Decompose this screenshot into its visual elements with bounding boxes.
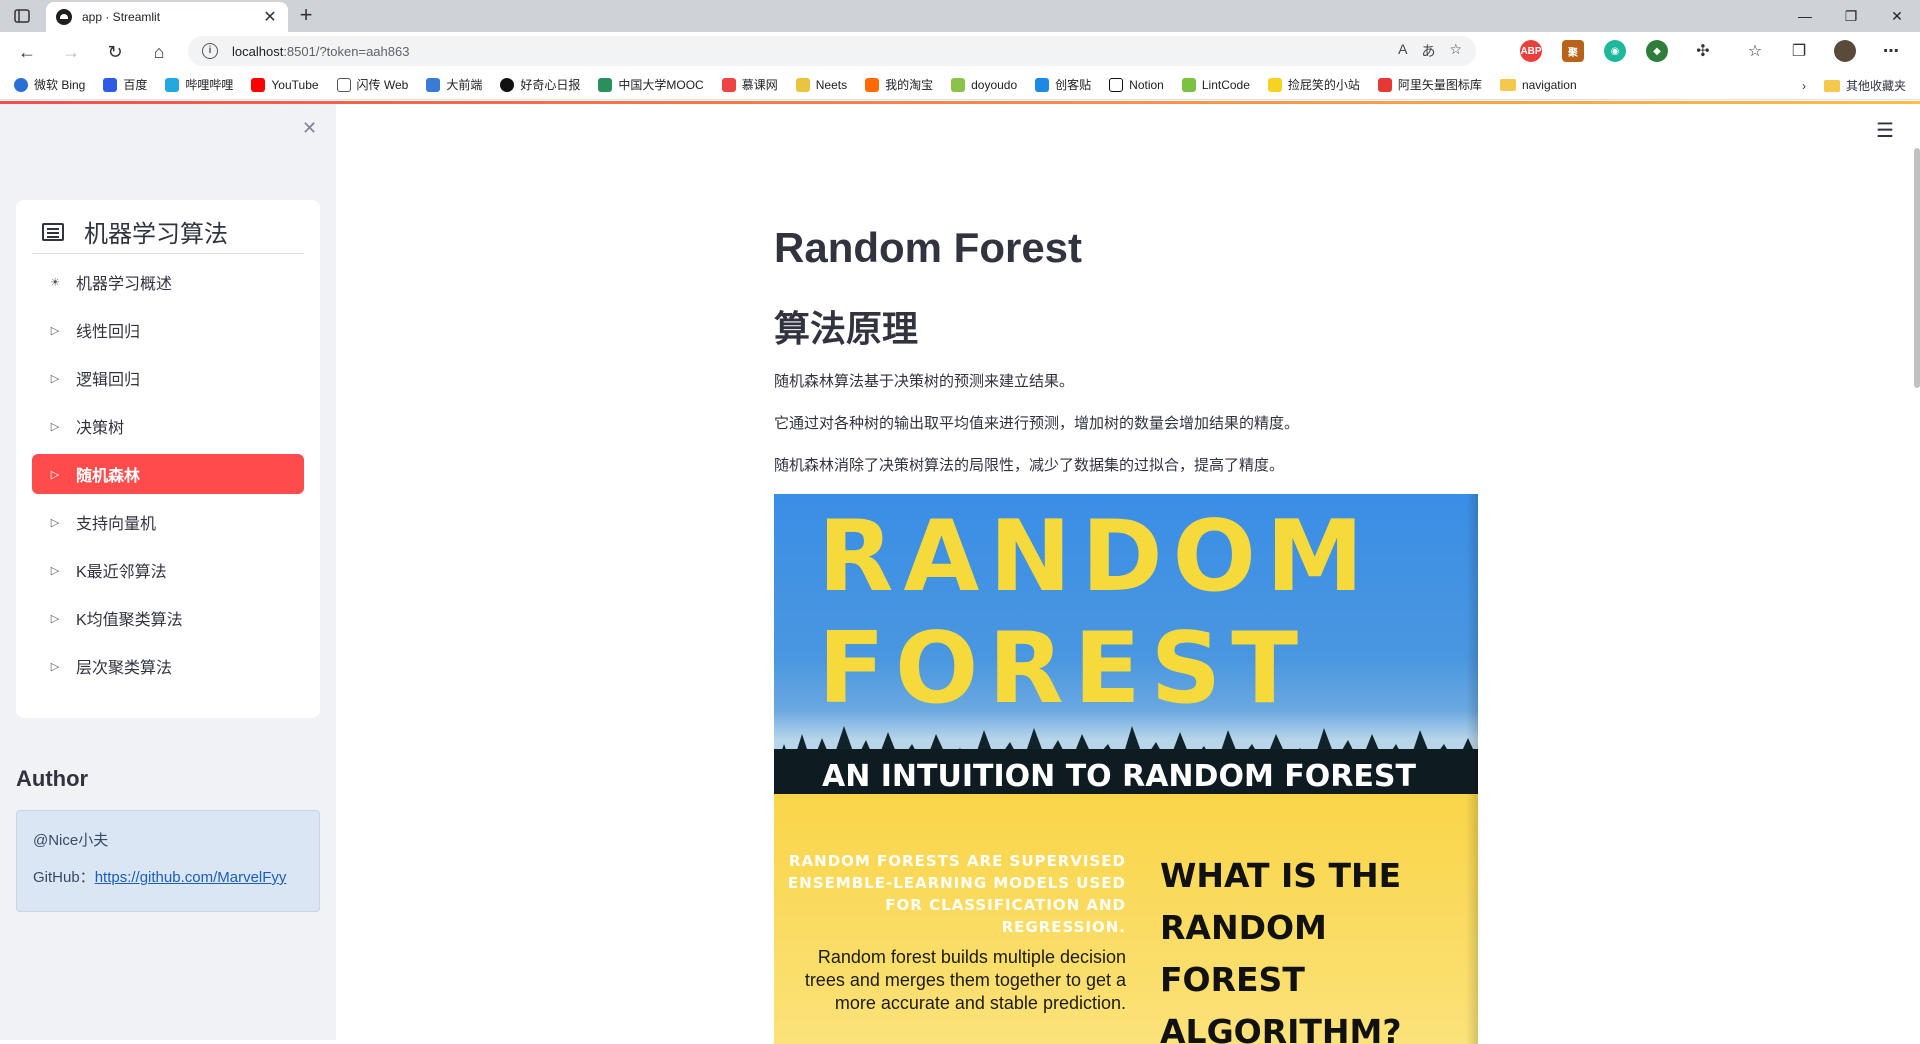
restore-button[interactable]: ❐: [1828, 0, 1874, 32]
bookmark-item[interactable]: LintCode: [1181, 77, 1250, 92]
close-window-button[interactable]: ✕: [1874, 0, 1920, 32]
caret-right-icon: ▷: [50, 372, 60, 385]
collections-icon[interactable]: ❐: [1788, 40, 1810, 62]
bookmark-item[interactable]: YouTube: [251, 77, 319, 92]
paragraph: 随机森林消除了决策树算法的局限性，减少了数据集的过拟合，提高了精度。: [774, 457, 1285, 474]
paragraph: 它通过对各种树的输出取平均值来进行预测，增加树的数量会增加结果的精度。: [774, 415, 1300, 432]
bookmark-item[interactable]: doyoudo: [951, 77, 1017, 92]
author-info-box: @Nice小夫 GitHub：https://github.com/Marvel…: [16, 810, 320, 912]
tab-actions-icon[interactable]: [10, 6, 34, 26]
menu-item-ml-overview[interactable]: ☀ 机器学习概述: [32, 262, 304, 302]
menu-item-hierarchical[interactable]: ▷ 层次聚类算法: [32, 646, 304, 686]
browser-tab-active[interactable]: app · Streamlit ✕: [46, 2, 288, 32]
more-menu-icon[interactable]: ⋯: [1880, 40, 1902, 62]
folder-icon: [1823, 79, 1840, 92]
bookmark-item[interactable]: 闪传 Web: [336, 76, 408, 93]
list-icon: [42, 222, 64, 241]
bookmark-item[interactable]: 大前端: [426, 76, 482, 93]
caret-right-icon: ▷: [50, 516, 60, 529]
poster-subtitle: AN INTUITION TO RANDOM FOREST: [822, 759, 1416, 794]
poster-word-random: RANDOM: [818, 500, 1374, 614]
bookmark-folder[interactable]: navigation: [1499, 78, 1577, 92]
reload-icon[interactable]: ↻: [102, 39, 128, 65]
address-bar[interactable]: i localhost:8501/?token=aah863 A あ ☆: [188, 36, 1476, 66]
author-name: @Nice小夫: [33, 832, 109, 849]
page-title: Random Forest: [774, 224, 1083, 271]
paragraph: 随机森林算法基于决策树的预测来建立结果。: [774, 373, 1075, 390]
url-text: localhost:8501/?token=aah863: [232, 43, 410, 59]
browser-toolbar: ← → ↻ ⌂ i localhost:8501/?token=aah863 A…: [0, 32, 1920, 70]
extensions-puzzle-icon[interactable]: ✣: [1692, 40, 1714, 62]
main-content: ☰ Random Forest 算法原理 随机森林算法基于决策树的预测来建立结果…: [336, 104, 1920, 1044]
menu-item-random-forest[interactable]: ▷ 随机森林: [32, 454, 304, 494]
menu-item-linear-regression[interactable]: ▷ 线性回归: [32, 310, 304, 350]
menu-header: 机器学习算法: [32, 210, 304, 254]
bookmark-item[interactable]: 我的淘宝: [865, 76, 933, 93]
other-bookmarks[interactable]: 其他收藏夹: [1846, 77, 1906, 94]
caret-right-icon: ▷: [50, 612, 60, 625]
github-link[interactable]: https://github.com/MarvelFyy: [95, 869, 287, 886]
github-label: GitHub：: [33, 869, 95, 886]
favorite-star-icon[interactable]: ☆: [1449, 41, 1462, 61]
bookmark-item[interactable]: 慕课网: [721, 76, 778, 93]
bookmark-item[interactable]: 阿里矢量图标库: [1377, 76, 1482, 93]
author-heading: Author: [16, 766, 89, 791]
section-title: 算法原理: [774, 308, 919, 349]
extension-icon[interactable]: ◆: [1646, 40, 1668, 62]
favorites-icon[interactable]: ☆: [1744, 40, 1766, 62]
translate-icon[interactable]: あ: [1421, 41, 1435, 61]
extension-icon[interactable]: ◉: [1604, 40, 1626, 62]
extension-icon[interactable]: 聚: [1562, 40, 1584, 62]
bookmarks-bar: 微软 Bing 百度 哔哩哔哩 YouTube 闪传 Web 大前端 好奇心日报…: [0, 70, 1920, 100]
tab-title: app · Streamlit: [82, 10, 161, 24]
chevron-right-icon[interactable]: ›: [1802, 79, 1806, 93]
poster-caption: RANDOM FORESTS ARE SUPERVISED ENSEMBLE-L…: [787, 852, 1126, 936]
content-block: Random Forest 算法原理 随机森林算法基于决策树的预测来建立结果。 …: [774, 224, 1478, 1044]
streamlit-favicon-icon: [56, 9, 72, 25]
bookmark-item[interactable]: 哔哩哔哩: [165, 76, 233, 93]
new-tab-button[interactable]: +: [294, 4, 318, 28]
bookmark-item[interactable]: 百度: [103, 76, 147, 93]
poster-question: WHAT IS THE RANDOM FOREST ALGORITHM?: [1160, 856, 1402, 1044]
bookmark-item[interactable]: 创客贴: [1035, 76, 1091, 93]
read-aloud-icon[interactable]: A: [1398, 41, 1407, 61]
caret-right-icon: ▷: [50, 420, 60, 433]
menu-item-knn[interactable]: ▷ K最近邻算法: [32, 550, 304, 590]
sun-icon: ☀: [50, 276, 60, 289]
poster-edge-shadow: [1466, 494, 1478, 1044]
tab-close-icon[interactable]: ✕: [262, 7, 278, 27]
menu-item-svm[interactable]: ▷ 支持向量机: [32, 502, 304, 542]
bookmark-item[interactable]: Notion: [1109, 77, 1164, 92]
menu-item-kmeans[interactable]: ▷ K均值聚类算法: [32, 598, 304, 638]
poster-body-text: Random forest builds multiple decision t…: [804, 947, 1126, 1013]
hamburger-menu-icon[interactable]: ☰: [1876, 118, 1894, 143]
back-icon[interactable]: ←: [14, 39, 40, 65]
bookmark-item[interactable]: 捡屁笑的小站: [1267, 76, 1360, 93]
menu-item-logistic-regression[interactable]: ▷ 逻辑回归: [32, 358, 304, 398]
caret-right-icon: ▷: [50, 324, 60, 337]
forward-icon[interactable]: →: [58, 39, 84, 65]
adblock-extension-icon[interactable]: ABP: [1520, 40, 1542, 62]
folder-icon: [1499, 78, 1516, 91]
bookmark-item[interactable]: 中国大学MOOC: [598, 76, 704, 93]
bookmark-item[interactable]: 微软 Bing: [14, 76, 85, 93]
random-forest-poster-image: RANDOM FOREST AN INTUITION TO RANDOM FOR…: [774, 494, 1478, 1044]
profile-avatar[interactable]: [1834, 40, 1856, 62]
browser-tab-bar: app · Streamlit ✕ + — ❐ ✕: [0, 0, 1920, 32]
option-menu: 机器学习算法 ☀ 机器学习概述 ▷ 线性回归 ▷ 逻辑回归 ▷ 决策树 ▷ 随机森林 ▷ 支…: [16, 200, 320, 718]
menu-item-decision-tree[interactable]: ▷ 决策树: [32, 406, 304, 446]
site-info-icon[interactable]: i: [202, 43, 218, 59]
minimize-button[interactable]: —: [1782, 0, 1828, 32]
caret-right-icon: ▷: [50, 660, 60, 673]
caret-right-icon: ▷: [50, 468, 60, 481]
menu-title: 机器学习算法: [84, 221, 228, 248]
home-icon[interactable]: ⌂: [146, 39, 172, 65]
scrollbar[interactable]: [1914, 148, 1920, 388]
sidebar-close-icon[interactable]: ✕: [302, 118, 317, 139]
menu-list: ☀ 机器学习概述 ▷ 线性回归 ▷ 逻辑回归 ▷ 决策树 ▷ 随机森林 ▷ 支持向量机 ▷ K…: [32, 262, 304, 686]
sidebar: ✕ 机器学习算法 ☀ 机器学习概述 ▷ 线性回归 ▷ 逻辑回归 ▷ 决策树 ▷ 随机森林 …: [0, 104, 336, 1040]
bookmark-item[interactable]: 好奇心日报: [500, 76, 580, 93]
caret-right-icon: ▷: [50, 564, 60, 577]
bookmark-item[interactable]: Neets: [795, 77, 847, 92]
